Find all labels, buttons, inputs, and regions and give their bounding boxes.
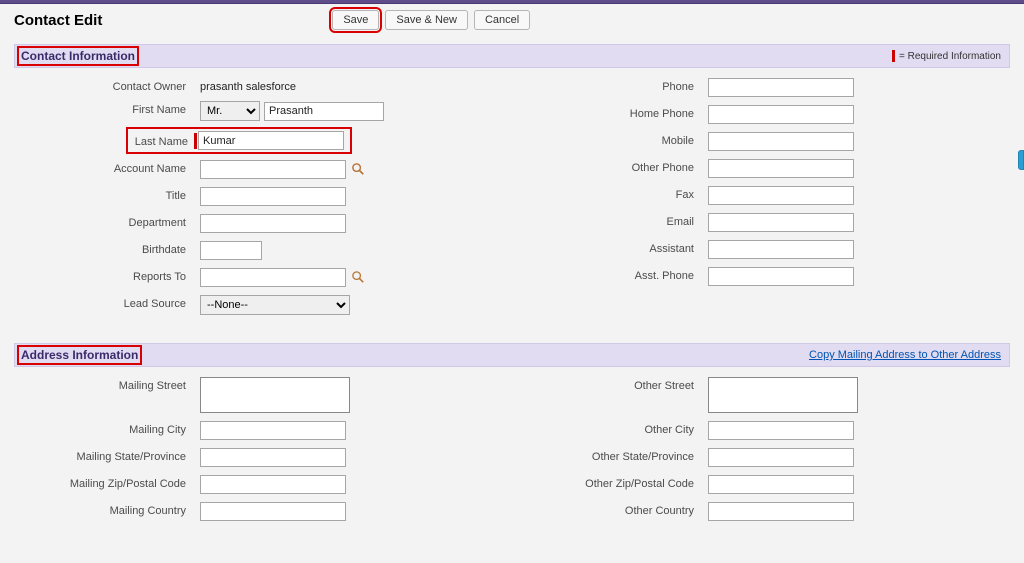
label-other-country: Other Country — [522, 502, 708, 517]
account-name-input[interactable] — [200, 160, 346, 179]
last-name-input[interactable] — [198, 131, 344, 150]
department-input[interactable] — [200, 214, 346, 233]
right-column: Other Street Other City Other State/Prov… — [522, 377, 1010, 529]
save-button[interactable]: Save — [332, 10, 379, 30]
label-mailing-city: Mailing City — [14, 421, 200, 436]
other-state-input[interactable] — [708, 448, 854, 467]
section-contact-information: Contact Information = Required Informati… — [14, 44, 1010, 68]
lookup-icon[interactable] — [350, 270, 366, 286]
contact-info-form: Contact Owner prasanth salesforce First … — [14, 68, 1010, 337]
header-row: Contact Edit Save Save & New Cancel — [14, 10, 1010, 30]
last-name-highlight: Last Name — [126, 127, 352, 154]
mailing-country-input[interactable] — [200, 502, 346, 521]
label-mailing-state: Mailing State/Province — [14, 448, 200, 463]
lookup-icon[interactable] — [350, 162, 366, 178]
lead-source-select[interactable]: --None-- — [200, 295, 350, 315]
label-birthdate: Birthdate — [14, 241, 200, 256]
asst-phone-input[interactable] — [708, 267, 854, 286]
side-tab-icon[interactable] — [1018, 150, 1024, 170]
home-phone-input[interactable] — [708, 105, 854, 124]
first-name-input[interactable] — [264, 102, 384, 121]
other-zip-input[interactable] — [708, 475, 854, 494]
required-legend: = Required Information — [892, 50, 1001, 62]
left-column: Contact Owner prasanth salesforce First … — [14, 78, 502, 323]
section-title: Contact Information — [17, 46, 139, 66]
label-asst-phone: Asst. Phone — [522, 267, 708, 282]
right-column: Phone Home Phone Mobile Other Phone Fax … — [522, 78, 1010, 323]
other-country-input[interactable] — [708, 502, 854, 521]
label-first-name: First Name — [14, 101, 200, 116]
mailing-state-input[interactable] — [200, 448, 346, 467]
label-lead-source: Lead Source — [14, 295, 200, 310]
label-contact-owner: Contact Owner — [14, 78, 200, 93]
label-reports-to: Reports To — [14, 268, 200, 283]
fax-input[interactable] — [708, 186, 854, 205]
section-address-information: Address Information Copy Mailing Address… — [14, 343, 1010, 367]
salutation-select[interactable]: Mr. — [200, 101, 260, 121]
label-mailing-street: Mailing Street — [14, 377, 200, 392]
required-marker-icon — [194, 133, 197, 149]
title-input[interactable] — [200, 187, 346, 206]
other-city-input[interactable] — [708, 421, 854, 440]
label-title: Title — [14, 187, 200, 202]
left-column: Mailing Street Mailing City Mailing Stat… — [14, 377, 502, 529]
label-account-name: Account Name — [14, 160, 200, 175]
mailing-street-input[interactable] — [200, 377, 350, 413]
reports-to-input[interactable] — [200, 268, 346, 287]
label-other-city: Other City — [522, 421, 708, 436]
value-contact-owner: prasanth salesforce — [200, 78, 296, 93]
mailing-zip-input[interactable] — [200, 475, 346, 494]
email-input[interactable] — [708, 213, 854, 232]
other-street-input[interactable] — [708, 377, 858, 413]
label-other-zip: Other Zip/Postal Code — [522, 475, 708, 490]
label-last-name: Last Name — [128, 133, 198, 148]
label-other-phone: Other Phone — [522, 159, 708, 174]
label-mailing-zip: Mailing Zip/Postal Code — [14, 475, 200, 490]
label-home-phone: Home Phone — [522, 105, 708, 120]
cancel-button[interactable]: Cancel — [474, 10, 530, 30]
label-fax: Fax — [522, 186, 708, 201]
address-info-form: Mailing Street Mailing City Mailing Stat… — [14, 367, 1010, 543]
label-other-street: Other Street — [522, 377, 708, 392]
other-phone-input[interactable] — [708, 159, 854, 178]
save-and-new-button[interactable]: Save & New — [385, 10, 468, 30]
mobile-input[interactable] — [708, 132, 854, 151]
phone-input[interactable] — [708, 78, 854, 97]
mailing-city-input[interactable] — [200, 421, 346, 440]
assistant-input[interactable] — [708, 240, 854, 259]
label-mobile: Mobile — [522, 132, 708, 147]
label-department: Department — [14, 214, 200, 229]
required-legend-text: = Required Information — [899, 51, 1001, 62]
birthdate-input[interactable] — [200, 241, 262, 260]
page-title: Contact Edit — [14, 10, 102, 29]
label-mailing-country: Mailing Country — [14, 502, 200, 517]
button-row: Save Save & New Cancel — [332, 10, 530, 30]
required-bar-icon — [892, 50, 895, 62]
label-phone: Phone — [522, 78, 708, 93]
label-email: Email — [522, 213, 708, 228]
section-title: Address Information — [17, 345, 142, 365]
label-assistant: Assistant — [522, 240, 708, 255]
copy-mailing-link[interactable]: Copy Mailing Address to Other Address — [809, 349, 1001, 361]
label-other-state: Other State/Province — [522, 448, 708, 463]
